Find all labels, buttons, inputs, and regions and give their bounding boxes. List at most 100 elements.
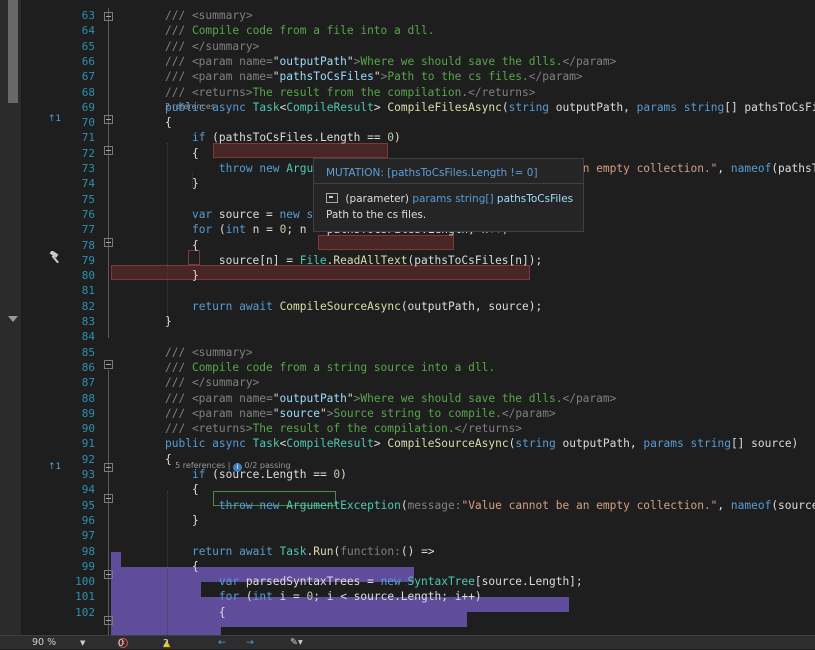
code-text[interactable]: /// <param name="source">Source string t… [165,406,556,421]
code-line[interactable]: 65 /// </summary> [0,39,815,54]
code-text[interactable]: { [165,238,199,253]
code-text[interactable]: { [165,452,172,467]
tooltip-signature: (parameter) params string[] pathsToCsFil… [326,193,573,205]
code-text[interactable]: /// Compile code from a string source in… [165,360,495,375]
warning-count: 2 [163,638,170,649]
line-number: 64 [81,24,95,38]
line-number: 70 [81,116,95,130]
code-line[interactable]: 89 /// <param name="source">Source string… [0,406,815,421]
code-line[interactable]: 69 public async Task<CompileResult> Compi… [0,100,815,115]
code-line[interactable]: 68 /// <returns>The result from the compi… [0,85,815,100]
code-line[interactable]: 98 return await Task.Run(function:() => [0,544,815,559]
code-line[interactable]: 64 /// Compile code from a file into a dl… [0,23,815,38]
code-text[interactable]: /// <param name="outputPath">Where we sh… [165,391,616,406]
code-text[interactable]: for (int i = 0; i < source.Length; i++) [165,589,482,604]
code-line[interactable]: 87 /// </summary> [0,375,815,390]
code-text[interactable]: } [165,176,199,191]
code-line[interactable]: 90 /// <returns>The result of the compila… [0,421,815,436]
code-text[interactable]: source[n] = File.ReadAllText(pathsToCsFi… [165,253,542,268]
zoom-dropdown-icon[interactable]: ▼ [80,637,85,649]
code-line[interactable]: 93 if (source.Length == 0) [0,467,815,482]
line-number: 94 [81,483,95,497]
line-number: 99 [81,559,95,573]
code-line[interactable]: 100 var parsedSyntaxTrees = new SyntaxTr… [0,574,815,589]
code-line[interactable]: 102 { [0,605,815,620]
line-number: 74 [81,177,95,191]
code-line[interactable]: 80 } [0,268,815,283]
code-line[interactable]: 78 { [0,238,815,253]
tooltip-title[interactable]: MUTATION: [pathsToCsFiles.Length != 0] [326,167,538,179]
parameter-icon [326,193,338,203]
code-line[interactable]: 63 /// <summary> [0,8,815,23]
line-number: 76 [81,207,95,221]
signature-name: pathsToCsFiles [496,193,574,205]
code-text[interactable]: /// </summary> [165,375,259,390]
code-line[interactable]: 94 { [0,482,815,497]
code-text[interactable]: /// <param name="outputPath">Where we sh… [165,54,616,69]
code-line[interactable]: 95 throw new ArgumentException(message:"… [0,498,815,513]
code-editor[interactable]: 2 references 5 references | i 0/2 passin… [0,0,815,635]
code-text[interactable]: { [165,559,199,574]
code-line[interactable]: 85 /// <summary> [0,345,815,360]
code-line[interactable]: 83} [0,314,815,329]
tooltip-description: Path to the cs files. [326,209,427,221]
code-line[interactable]: 101 for (int i = 0; i < source.Length; i… [0,589,815,604]
code-text[interactable]: public async Task<CompileResult> Compile… [165,100,815,115]
zoom-level[interactable]: 90 % [32,637,56,649]
line-number: 67 [81,70,95,84]
code-line[interactable]: 96 } [0,513,815,528]
code-text[interactable]: return await CompileSourceAsync(outputPa… [165,299,542,314]
line-number: 80 [81,269,95,283]
code-text[interactable]: /// <summary> [165,8,253,23]
code-text[interactable]: /// <returns>The result from the compila… [165,85,535,100]
code-line[interactable]: 71 if (pathsToCsFiles.Length == 0) [0,130,815,145]
code-text[interactable]: /// <param name="pathsToCsFiles">Path to… [165,69,583,84]
code-line[interactable]: 86 /// Compile code from a string source … [0,360,815,375]
code-text[interactable]: var parsedSyntaxTrees = new SyntaxTree[s… [165,574,583,589]
line-number: 82 [81,299,95,313]
code-text[interactable]: /// </summary> [165,39,259,54]
code-text[interactable]: if (pathsToCsFiles.Length == 0) [165,130,401,145]
line-number: 96 [81,513,95,527]
code-line[interactable]: 92 { [0,452,815,467]
code-text[interactable]: { [165,605,226,620]
signature-type: params string[] [412,193,494,205]
code-text[interactable]: /// <returns>The result of the compilati… [165,421,522,436]
line-number: 73 [81,162,95,175]
code-line[interactable]: 97 [0,528,815,543]
code-text[interactable]: } [165,513,199,528]
code-text[interactable]: if (source.Length == 0) [165,467,347,482]
code-text[interactable]: } [165,268,199,283]
nav-forward-icon[interactable]: → [246,637,254,649]
line-number: 87 [81,376,95,390]
code-line[interactable]: 67 /// <param name="pathsToCsFiles">Path … [0,69,815,84]
code-text[interactable]: public async Task<CompileResult> Compile… [165,436,798,451]
line-number: 101 [75,590,95,604]
code-text[interactable]: return await Task.Run(function:() => [165,544,435,559]
code-line[interactable]: 66 /// <param name="outputPath">Where we … [0,54,815,69]
code-text[interactable]: { [165,115,172,130]
code-text[interactable]: /// <summary> [165,345,253,360]
nav-back-icon[interactable]: ← [218,637,226,649]
code-text[interactable]: { [165,482,199,497]
error-count: 0 [118,638,125,649]
code-line[interactable]: 91 public async Task<CompileResult> Compi… [0,436,815,451]
code-text[interactable]: throw new ArgumentException(message:"Val… [165,498,815,513]
line-number: 98 [81,544,95,558]
line-number: 88 [81,391,95,405]
line-number: 68 [81,85,95,99]
code-text[interactable]: { [165,146,199,161]
code-text[interactable]: /// Compile code from a file into a dll. [165,23,434,38]
code-line[interactable]: 81 [0,283,815,298]
code-line[interactable]: 79 source[n] = File.ReadAllText(pathsToC… [0,253,815,268]
code-line[interactable]: 99 { [0,559,815,574]
code-line[interactable]: 88 /// <param name="outputPath">Where we … [0,391,815,406]
line-number: 95 [81,498,95,512]
code-text[interactable]: } [165,314,172,329]
quick-info-tooltip: MUTATION: [pathsToCsFiles.Length != 0] (… [313,158,584,232]
brush-icon[interactable]: ✎▾ [290,637,303,649]
code-line[interactable]: 70 { [0,115,815,130]
code-line[interactable]: 84 [0,329,815,344]
line-number: 69 [81,100,95,114]
code-line[interactable]: 82 return await CompileSourceAsync(outpu… [0,299,815,314]
